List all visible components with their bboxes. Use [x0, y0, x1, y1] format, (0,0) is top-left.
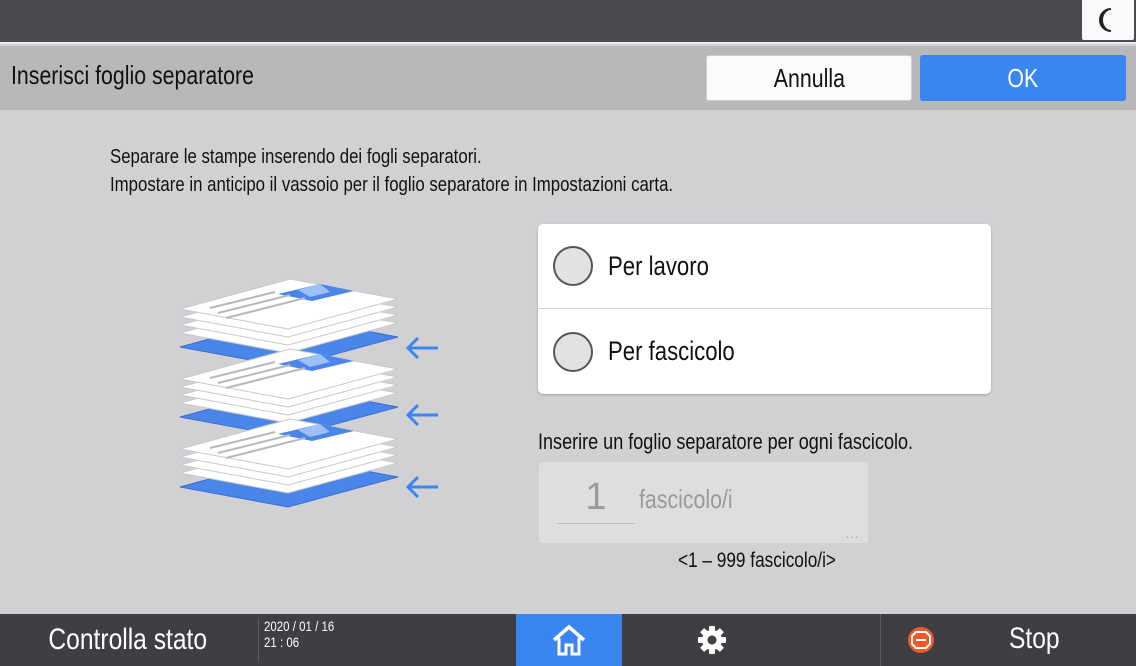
- set-count-unit: fascicolo/i: [639, 484, 733, 514]
- separator-mode-options: Per lavoro Per fascicolo: [538, 224, 991, 394]
- option-per-lavoro[interactable]: Per lavoro: [538, 224, 991, 309]
- radio-button[interactable]: [553, 331, 593, 372]
- arrow-icon: [405, 403, 438, 427]
- sheet-stack-bottom: [179, 418, 399, 508]
- cancel-button-label: Annulla: [773, 62, 845, 93]
- date-time: 2020 / 01 / 16 21 : 06: [258, 618, 358, 662]
- option-per-fascicolo[interactable]: Per fascicolo: [538, 309, 991, 394]
- stop-label: Stop: [1009, 622, 1060, 655]
- top-bar: [0, 0, 1136, 44]
- home-icon: [552, 624, 586, 656]
- page-title: Inserisci foglio separatore: [11, 60, 254, 90]
- set-count-range: <1 – 999 fascicolo/i>: [678, 549, 836, 572]
- option-label: Per fascicolo: [608, 336, 735, 366]
- arrow-icon: [405, 336, 438, 360]
- stop-button[interactable]: Stop: [880, 614, 1136, 666]
- date: 2020 / 01 / 16: [264, 618, 335, 634]
- stop-icon: [908, 627, 934, 653]
- arrow-icon: [405, 475, 438, 499]
- separator-instruction: Inserire un foglio separatore per ogni f…: [538, 429, 914, 454]
- description-line-2: Impostare in anticipo il vassoio per il …: [110, 174, 674, 196]
- ok-button[interactable]: OK: [920, 55, 1126, 101]
- description: Separare le stampe inserendo dei fogli s…: [110, 143, 673, 199]
- more-icon: …: [845, 525, 860, 541]
- separator-sheets-illustration: [179, 278, 438, 508]
- check-status-button[interactable]: Controlla stato: [0, 614, 256, 666]
- home-button[interactable]: [516, 614, 622, 666]
- title-bar: Inserisci foglio separatore Annulla OK: [0, 46, 1136, 110]
- set-count-field[interactable]: 1 fascicolo/i …: [538, 461, 869, 544]
- check-status-label: Controlla stato: [48, 623, 208, 656]
- moon-icon: [1099, 8, 1112, 32]
- radio-button[interactable]: [553, 246, 593, 286]
- bottom-bar: Controlla stato 2020 / 01 / 16 21 : 06 S…: [0, 614, 1136, 666]
- description-line-1: Separare le stampe inserendo dei fogli s…: [110, 146, 482, 168]
- gear-icon: [698, 626, 726, 654]
- set-count-value[interactable]: 1: [557, 476, 635, 524]
- settings-button[interactable]: [622, 614, 802, 666]
- ok-button-label: OK: [1007, 62, 1039, 93]
- cancel-button[interactable]: Annulla: [706, 55, 912, 101]
- option-label: Per lavoro: [608, 250, 709, 281]
- energy-saver-button[interactable]: [1082, 0, 1134, 40]
- time: 21 : 06: [264, 634, 300, 650]
